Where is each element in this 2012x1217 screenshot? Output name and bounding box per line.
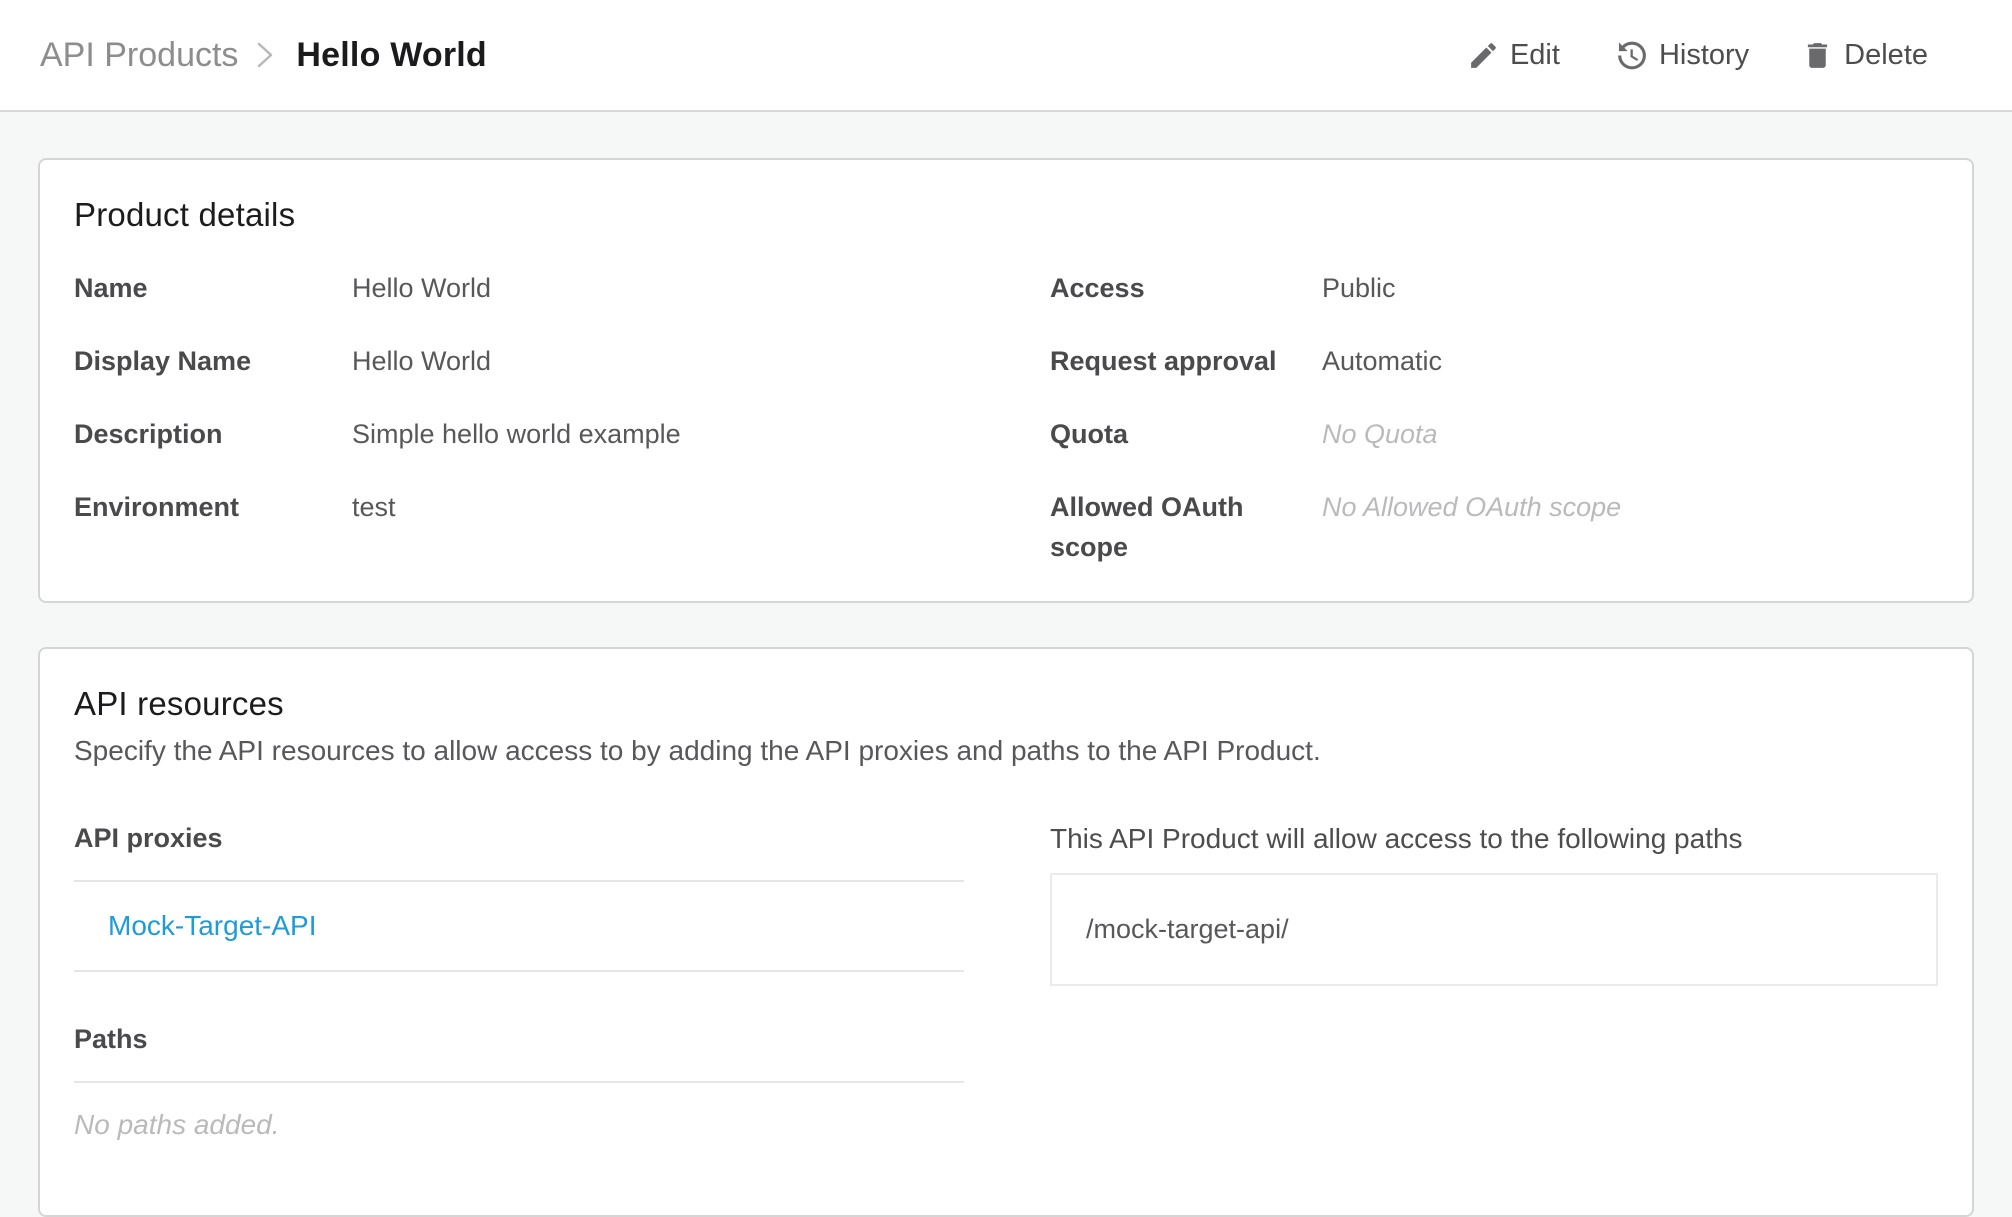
- field-value-empty: No Allowed OAuth scope: [1322, 492, 1622, 522]
- field-label: Quota: [1050, 419, 1128, 449]
- page-header: API Products Hello World Edit History De…: [0, 0, 2012, 112]
- field-label: Display Name: [74, 346, 252, 376]
- field-value: Hello World: [352, 346, 492, 376]
- trash-icon: [1801, 39, 1834, 72]
- api-proxies-section: API proxies Mock-Target-API Paths No pat…: [74, 823, 964, 1181]
- api-resources-title: API resources: [74, 685, 284, 722]
- field-display-name: Display Name Hello World: [74, 341, 1050, 381]
- product-details-grid: Name Hello World Display Name Hello Worl…: [74, 268, 1938, 567]
- edit-button-label: Edit: [1509, 38, 1560, 71]
- delete-button-label: Delete: [1844, 38, 1928, 71]
- field-request-approval: Request approval Automatic: [1050, 341, 1938, 381]
- api-resources-card: API resources Specify the API resources …: [38, 647, 1974, 1217]
- paths-empty-message: No paths added.: [74, 1109, 280, 1140]
- field-value: Automatic: [1322, 346, 1443, 376]
- delete-button[interactable]: Delete: [1801, 39, 1928, 72]
- field-label: Allowed OAuth scope: [1050, 492, 1244, 562]
- divider: [74, 1081, 964, 1083]
- field-value: Public: [1322, 273, 1396, 303]
- field-label: Name: [74, 273, 148, 303]
- field-access: Access Public: [1050, 268, 1938, 308]
- product-details-card: Product details Name Hello World Display…: [38, 158, 1974, 603]
- field-label: Description: [74, 419, 223, 449]
- main-content: Product details Name Hello World Display…: [0, 112, 2012, 1217]
- field-label: Access: [1050, 273, 1145, 303]
- allowed-path-item: /mock-target-api/: [1086, 914, 1289, 944]
- history-button[interactable]: History: [1612, 37, 1749, 74]
- field-value: Hello World: [352, 273, 492, 303]
- history-button-label: History: [1658, 38, 1750, 71]
- field-description: Description Simple hello world example: [74, 414, 1050, 454]
- field-value: test: [352, 492, 396, 522]
- proxy-link-mock-target-api[interactable]: Mock-Target-API: [74, 882, 964, 970]
- edit-button[interactable]: Edit: [1467, 39, 1560, 72]
- allowed-paths-box: /mock-target-api/: [1050, 873, 1938, 986]
- breadcrumb: API Products Hello World: [40, 36, 487, 75]
- field-name: Name Hello World: [74, 268, 1050, 308]
- clock-history-icon: [1612, 37, 1649, 74]
- header-actions: Edit History Delete: [1467, 37, 1928, 74]
- api-resources-subtitle: Specify the API resources to allow acces…: [74, 735, 1321, 766]
- field-environment: Environment test: [74, 487, 1050, 527]
- field-label: Request approval: [1050, 346, 1277, 376]
- field-value-empty: No Quota: [1322, 419, 1438, 449]
- paths-label: Paths: [74, 1024, 148, 1054]
- breadcrumb-api-products-link[interactable]: API Products: [40, 36, 238, 75]
- allowed-paths-heading: This API Product will allow access to th…: [1050, 823, 1743, 854]
- page-title: Hello World: [296, 35, 487, 74]
- field-value: Simple hello world example: [352, 419, 681, 449]
- allowed-paths-section: This API Product will allow access to th…: [1050, 823, 1938, 1181]
- product-details-left-column: Name Hello World Display Name Hello Worl…: [74, 268, 1050, 567]
- api-resources-grid: API proxies Mock-Target-API Paths No pat…: [74, 823, 1938, 1181]
- product-details-title: Product details: [74, 196, 296, 233]
- field-allowed-oauth-scope: Allowed OAuth scope No Allowed OAuth sco…: [1050, 487, 1938, 567]
- pencil-icon: [1467, 39, 1500, 72]
- divider: [74, 970, 964, 972]
- product-details-right-column: Access Public Request approval Automatic…: [1050, 268, 1938, 567]
- chevron-right-icon: [254, 38, 276, 72]
- field-label: Environment: [74, 492, 240, 522]
- api-proxies-label: API proxies: [74, 823, 223, 853]
- field-quota: Quota No Quota: [1050, 414, 1938, 454]
